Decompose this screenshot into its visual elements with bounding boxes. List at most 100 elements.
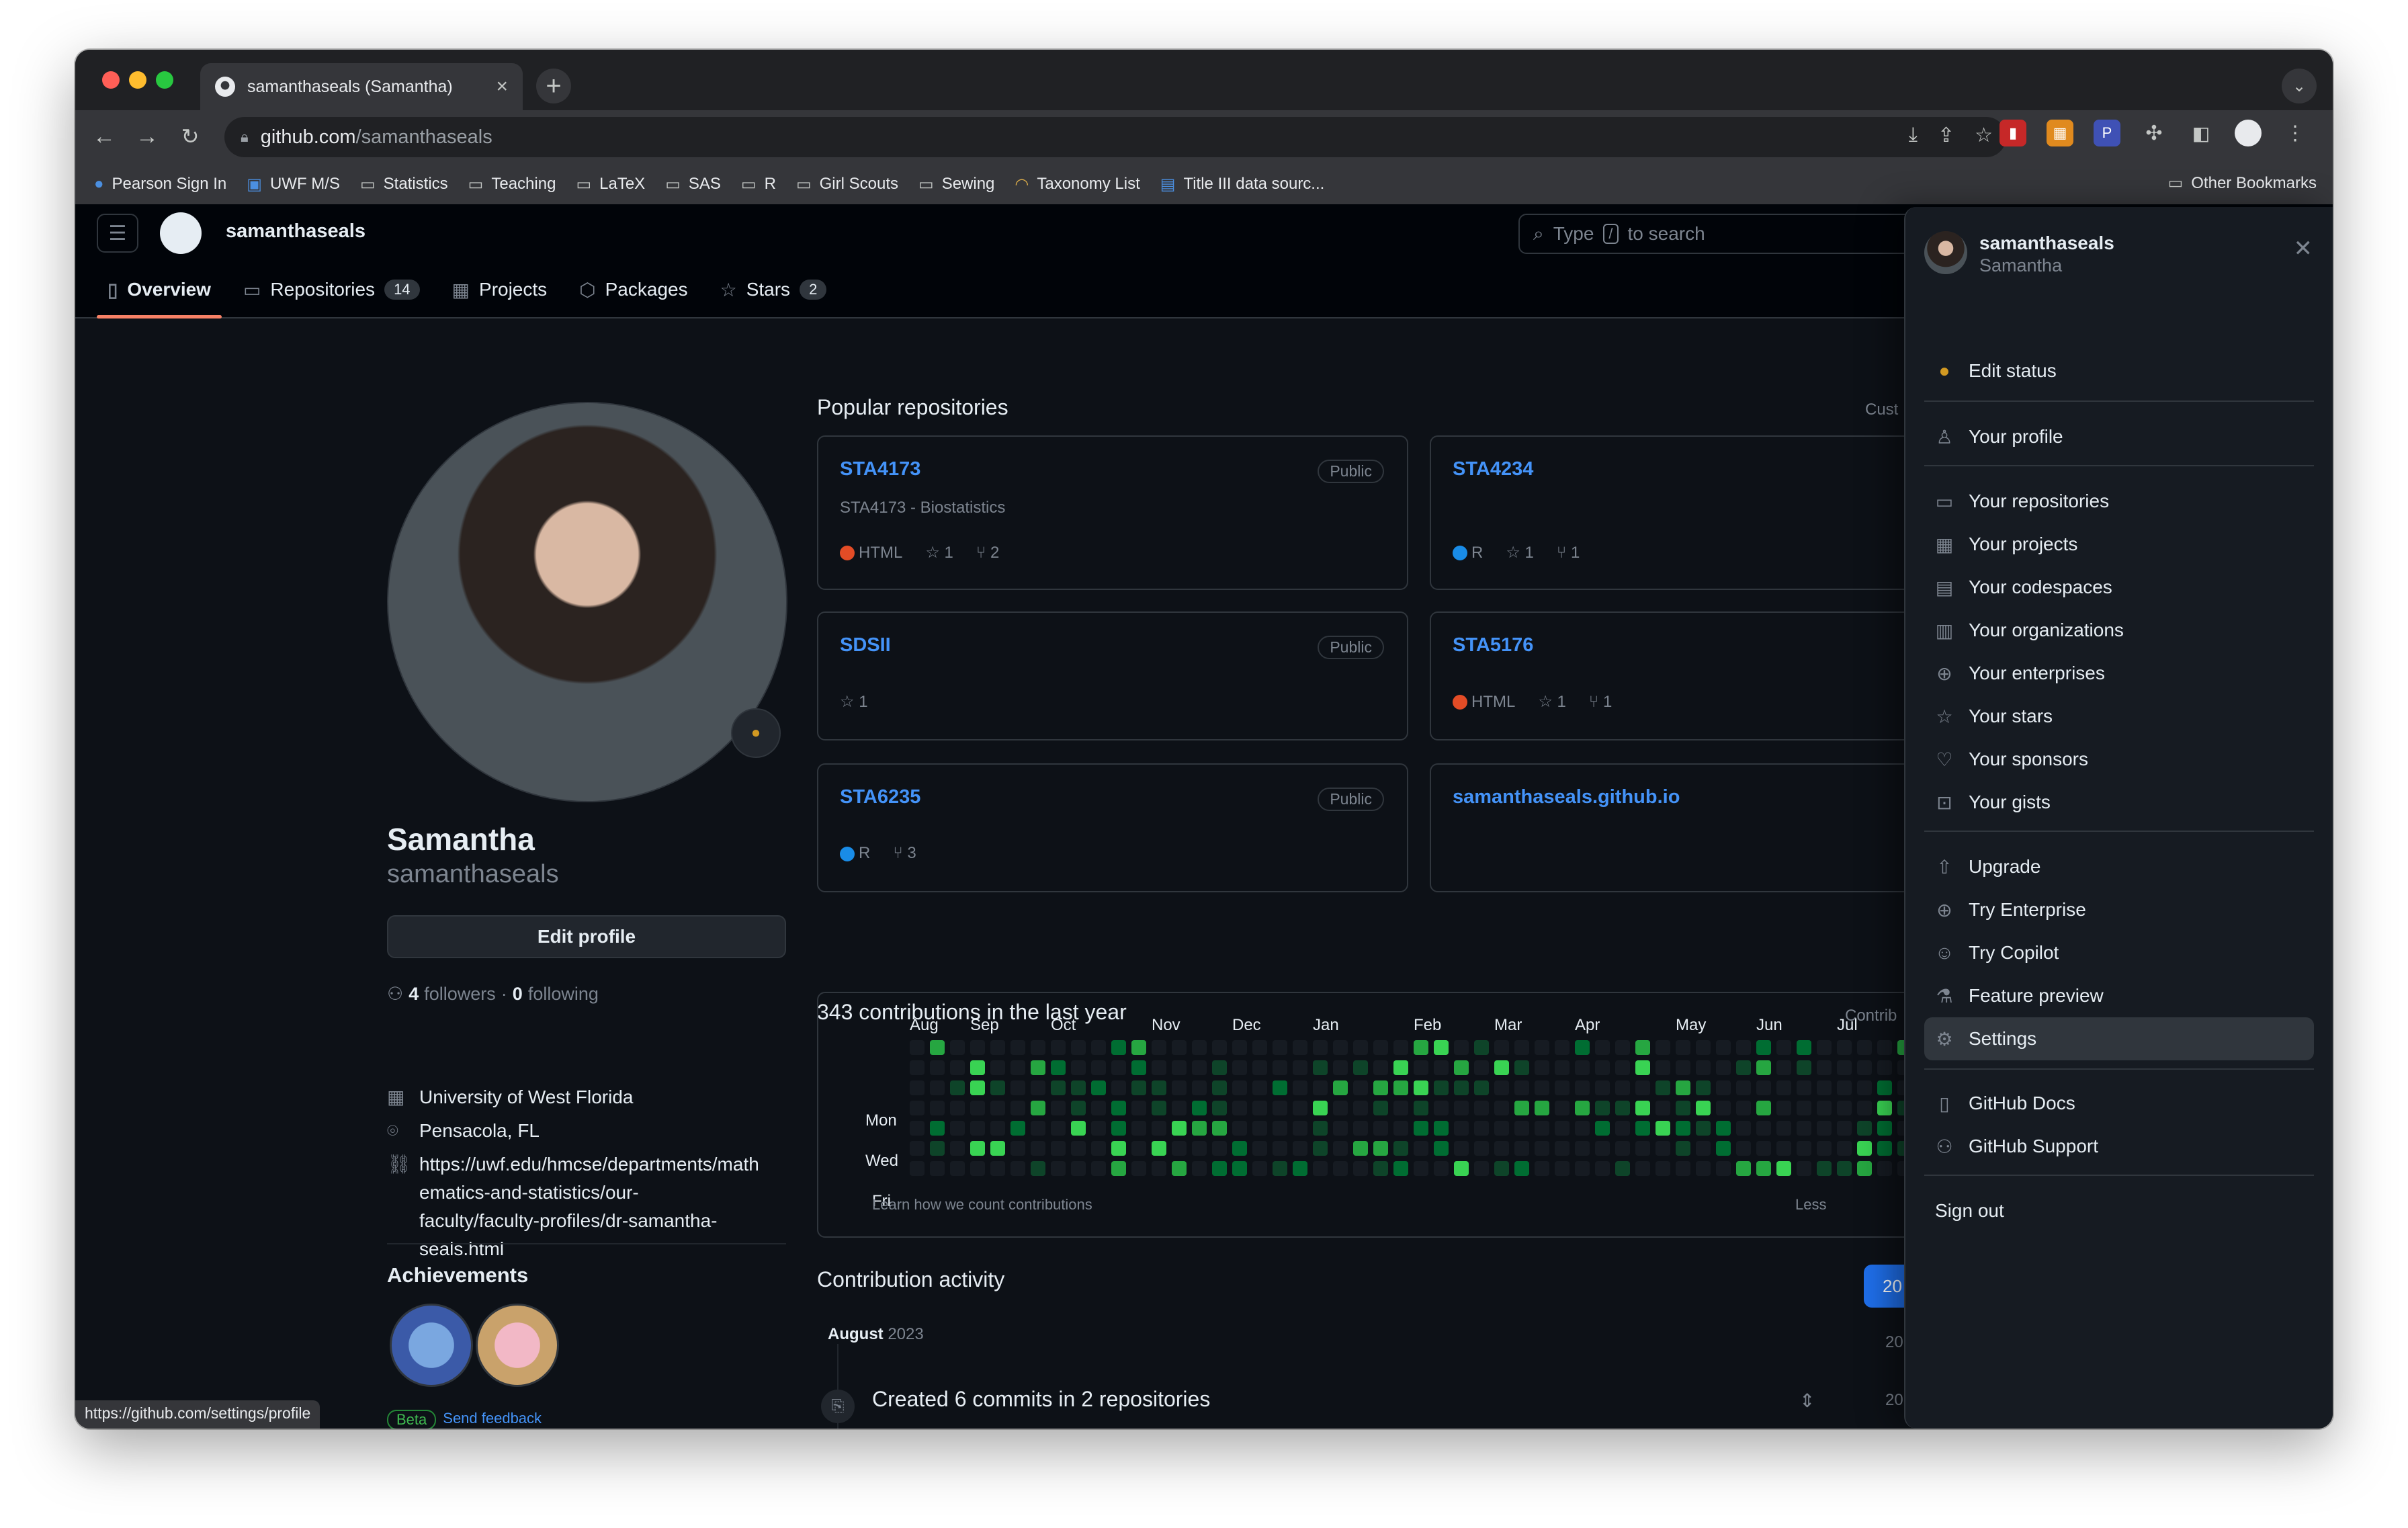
contribution-day[interactable] xyxy=(1656,1060,1670,1075)
repo-link[interactable]: samanthaseals.github.io xyxy=(1453,786,1680,808)
contribution-day[interactable] xyxy=(1454,1101,1469,1115)
contribution-day[interactable] xyxy=(1313,1141,1328,1156)
contribution-day[interactable] xyxy=(1736,1101,1751,1115)
contribution-day[interactable] xyxy=(1736,1060,1751,1075)
contribution-day[interactable] xyxy=(970,1060,985,1075)
your-gists-item[interactable]: ⊡ Your gists xyxy=(1924,781,2314,824)
contribution-day[interactable] xyxy=(1333,1101,1348,1115)
contribution-day[interactable] xyxy=(910,1040,924,1055)
contribution-day[interactable] xyxy=(1212,1060,1227,1075)
bookmark-item[interactable]: ◠ Taxonomy List xyxy=(1015,175,1140,194)
contribution-day[interactable] xyxy=(1535,1121,1549,1136)
contribution-day[interactable] xyxy=(1252,1080,1267,1095)
repo-forks[interactable]: ⑂ 1 xyxy=(1557,544,1580,562)
contribution-day[interactable] xyxy=(1555,1121,1570,1136)
contribution-day[interactable] xyxy=(930,1060,945,1075)
contribution-day[interactable] xyxy=(970,1141,985,1156)
contribution-day[interactable] xyxy=(1252,1101,1267,1115)
contribution-day[interactable] xyxy=(1414,1060,1428,1075)
customize-pins-link[interactable]: Cust xyxy=(1865,400,1898,419)
contribution-day[interactable] xyxy=(1393,1060,1408,1075)
contribution-day[interactable] xyxy=(1131,1141,1146,1156)
contribution-day[interactable] xyxy=(1595,1040,1610,1055)
contribution-day[interactable] xyxy=(1615,1060,1630,1075)
contribution-day[interactable] xyxy=(1293,1040,1307,1055)
contribution-day[interactable] xyxy=(1111,1121,1126,1136)
contribution-day[interactable] xyxy=(1857,1080,1872,1095)
contribution-day[interactable] xyxy=(1696,1080,1711,1095)
contribution-day[interactable] xyxy=(1031,1080,1045,1095)
hamburger-menu-icon[interactable]: ☰ xyxy=(97,214,138,253)
extension-icon[interactable]: P xyxy=(2094,120,2120,146)
try-enterprise-item[interactable]: ⊕ Try Enterprise xyxy=(1924,888,2314,931)
contribution-day[interactable] xyxy=(1635,1141,1650,1156)
contribution-day[interactable] xyxy=(1434,1101,1449,1115)
contribution-day[interactable] xyxy=(1514,1080,1529,1095)
contribution-day[interactable] xyxy=(1736,1080,1751,1095)
contribution-day[interactable] xyxy=(1373,1080,1388,1095)
contribution-day[interactable] xyxy=(1212,1040,1227,1055)
contribution-day[interactable] xyxy=(1656,1141,1670,1156)
contribution-day[interactable] xyxy=(1212,1161,1227,1176)
contribution-day[interactable] xyxy=(1232,1101,1247,1115)
contribution-day[interactable] xyxy=(1152,1101,1166,1115)
contribution-day[interactable] xyxy=(1111,1040,1126,1055)
contribution-day[interactable] xyxy=(1172,1101,1187,1115)
contribution-day[interactable] xyxy=(1555,1141,1570,1156)
contribution-day[interactable] xyxy=(1776,1101,1791,1115)
github-logo-icon[interactable] xyxy=(160,212,202,254)
bookmark-folder[interactable]: ▭ SAS xyxy=(665,175,721,194)
contribution-day[interactable] xyxy=(1817,1141,1832,1156)
contribution-day[interactable] xyxy=(1817,1161,1832,1176)
contribution-day[interactable] xyxy=(1756,1161,1771,1176)
contribution-day[interactable] xyxy=(1676,1101,1690,1115)
forward-arrow-icon[interactable]: → xyxy=(130,120,164,153)
repo-forks[interactable]: ⑂ 1 xyxy=(1589,693,1612,712)
contribution-day[interactable] xyxy=(1434,1121,1449,1136)
your-projects-item[interactable]: ▦ Your projects xyxy=(1924,523,2314,566)
contribution-day[interactable] xyxy=(1716,1080,1731,1095)
settings-item[interactable]: ⚙ Settings xyxy=(1924,1017,2314,1060)
followers-link[interactable]: followers xyxy=(424,984,496,1005)
contribution-day[interactable] xyxy=(1051,1141,1066,1156)
contribution-day[interactable] xyxy=(950,1161,965,1176)
contribution-day[interactable] xyxy=(1293,1161,1307,1176)
github-docs-item[interactable]: ▯ GitHub Docs xyxy=(1924,1082,2314,1125)
contribution-day[interactable] xyxy=(1615,1080,1630,1095)
contribution-day[interactable] xyxy=(1877,1080,1892,1095)
contribution-day[interactable] xyxy=(1353,1060,1368,1075)
close-window-button[interactable] xyxy=(102,71,120,89)
contribution-day[interactable] xyxy=(1273,1161,1287,1176)
contribution-day[interactable] xyxy=(1353,1080,1368,1095)
contribution-day[interactable] xyxy=(1434,1141,1449,1156)
contribution-day[interactable] xyxy=(1877,1101,1892,1115)
contribution-day[interactable] xyxy=(1535,1060,1549,1075)
contribution-day[interactable] xyxy=(1353,1040,1368,1055)
contribution-day[interactable] xyxy=(1293,1101,1307,1115)
contribution-day[interactable] xyxy=(1454,1080,1469,1095)
contribution-day[interactable] xyxy=(990,1161,1005,1176)
bookmark-item[interactable]: ● Pearson Sign In xyxy=(94,175,226,194)
contribution-day[interactable] xyxy=(1575,1080,1590,1095)
contribution-day[interactable] xyxy=(1051,1040,1066,1055)
contribution-day[interactable] xyxy=(1837,1161,1852,1176)
install-app-icon[interactable]: ⤓ xyxy=(1909,124,1918,147)
activity-summary[interactable]: Created 6 commits in 2 repositories xyxy=(872,1387,1210,1412)
contribution-day[interactable] xyxy=(1252,1161,1267,1176)
contribution-day[interactable] xyxy=(1797,1080,1811,1095)
your-organizations-item[interactable]: ▥ Your organizations xyxy=(1924,609,2314,652)
contribution-day[interactable] xyxy=(1494,1060,1509,1075)
bookmark-folder[interactable]: ▭ Teaching xyxy=(468,175,556,194)
contribution-day[interactable] xyxy=(1111,1060,1126,1075)
contribution-day[interactable] xyxy=(1031,1060,1045,1075)
contribution-day[interactable] xyxy=(1313,1080,1328,1095)
achievement-yolo-icon[interactable] xyxy=(476,1304,559,1387)
repo-stars[interactable]: ☆ 1 xyxy=(840,692,868,712)
contribution-day[interactable] xyxy=(1797,1121,1811,1136)
contribution-day[interactable] xyxy=(1192,1161,1207,1176)
contribution-day[interactable] xyxy=(1071,1101,1086,1115)
contribution-day[interactable] xyxy=(1474,1161,1489,1176)
contribution-day[interactable] xyxy=(910,1080,924,1095)
contribution-day[interactable] xyxy=(990,1040,1005,1055)
contribution-day[interactable] xyxy=(1454,1141,1469,1156)
